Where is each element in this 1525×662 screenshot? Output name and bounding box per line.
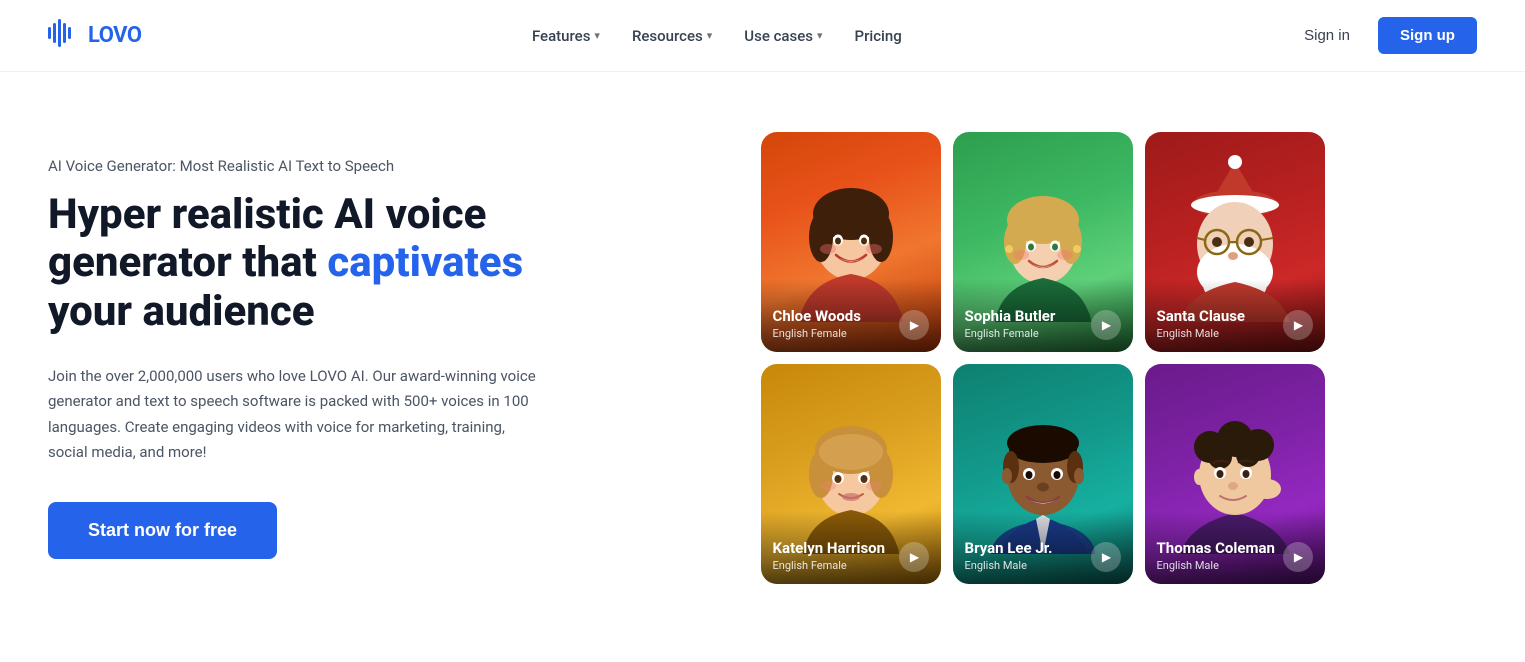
hero-title-part2: your audience bbox=[48, 287, 315, 336]
katelyn-label: Katelyn Harrison English Female ▶ bbox=[761, 511, 941, 584]
logo-icon bbox=[48, 19, 80, 53]
chevron-down-icon: ▾ bbox=[817, 29, 823, 42]
nav-usecases[interactable]: Use cases ▾ bbox=[744, 27, 822, 45]
nav-features[interactable]: Features ▾ bbox=[532, 27, 600, 45]
hero-subtitle: AI Voice Generator: Most Realistic AI Te… bbox=[48, 157, 568, 175]
chevron-down-icon: ▾ bbox=[707, 29, 713, 42]
voice-card-thomas[interactable]: Thomas Coleman English Male ▶ bbox=[1145, 364, 1325, 584]
chloe-play-button[interactable]: ▶ bbox=[899, 310, 929, 340]
voice-card-katelyn[interactable]: Katelyn Harrison English Female ▶ bbox=[761, 364, 941, 584]
nav-actions: Sign in Sign up bbox=[1292, 17, 1477, 54]
hero-description: Join the over 2,000,000 users who love L… bbox=[48, 364, 548, 466]
chloe-label: Chloe Woods English Female ▶ bbox=[761, 279, 941, 352]
bryan-name: Bryan Lee Jr. bbox=[965, 539, 1053, 557]
logo-text: LOVO bbox=[88, 23, 142, 48]
voice-grid-container: Chloe Woods English Female ▶ bbox=[608, 132, 1477, 584]
nav-pricing[interactable]: Pricing bbox=[855, 27, 902, 45]
chloe-meta: English Female bbox=[773, 327, 861, 340]
hero-title: Hyper realistic AI voice generator that … bbox=[48, 191, 568, 336]
hero-section: AI Voice Generator: Most Realistic AI Te… bbox=[0, 72, 1525, 644]
signin-button[interactable]: Sign in bbox=[1292, 19, 1362, 52]
play-icon: ▶ bbox=[1102, 550, 1111, 564]
chevron-down-icon: ▾ bbox=[594, 29, 600, 42]
santa-name: Santa Clause bbox=[1157, 307, 1246, 325]
sophia-label: Sophia Butler English Female ▶ bbox=[953, 279, 1133, 352]
katelyn-name: Katelyn Harrison bbox=[773, 539, 886, 557]
thomas-meta: English Male bbox=[1157, 559, 1275, 572]
play-icon: ▶ bbox=[1294, 318, 1303, 332]
hero-title-accent: captivates bbox=[327, 238, 523, 287]
thomas-label: Thomas Coleman English Male ▶ bbox=[1145, 511, 1325, 584]
hero-content: AI Voice Generator: Most Realistic AI Te… bbox=[48, 157, 568, 559]
santa-label: Santa Clause English Male ▶ bbox=[1145, 279, 1325, 352]
play-icon: ▶ bbox=[1294, 550, 1303, 564]
sophia-play-button[interactable]: ▶ bbox=[1091, 310, 1121, 340]
santa-meta: English Male bbox=[1157, 327, 1246, 340]
logo[interactable]: LOVO bbox=[48, 19, 142, 53]
cta-button[interactable]: Start now for free bbox=[48, 502, 277, 559]
play-icon: ▶ bbox=[1102, 318, 1111, 332]
play-icon: ▶ bbox=[910, 550, 919, 564]
chloe-name: Chloe Woods bbox=[773, 307, 861, 325]
nav-links: Features ▾ Resources ▾ Use cases ▾ Prici… bbox=[532, 27, 902, 45]
katelyn-play-button[interactable]: ▶ bbox=[899, 542, 929, 572]
voice-card-santa[interactable]: Santa Clause English Male ▶ bbox=[1145, 132, 1325, 352]
navbar: LOVO Features ▾ Resources ▾ Use cases ▾ … bbox=[0, 0, 1525, 72]
bryan-label: Bryan Lee Jr. English Male ▶ bbox=[953, 511, 1133, 584]
bryan-meta: English Male bbox=[965, 559, 1053, 572]
sophia-name: Sophia Butler bbox=[965, 307, 1056, 325]
signup-button[interactable]: Sign up bbox=[1378, 17, 1477, 54]
bryan-play-button[interactable]: ▶ bbox=[1091, 542, 1121, 572]
voice-card-bryan[interactable]: Bryan Lee Jr. English Male ▶ bbox=[953, 364, 1133, 584]
thomas-name: Thomas Coleman bbox=[1157, 539, 1275, 557]
voice-card-chloe[interactable]: Chloe Woods English Female ▶ bbox=[761, 132, 941, 352]
voice-grid: Chloe Woods English Female ▶ bbox=[761, 132, 1325, 584]
play-icon: ▶ bbox=[910, 318, 919, 332]
voice-card-sophia[interactable]: Sophia Butler English Female ▶ bbox=[953, 132, 1133, 352]
santa-play-button[interactable]: ▶ bbox=[1283, 310, 1313, 340]
katelyn-meta: English Female bbox=[773, 559, 886, 572]
nav-resources[interactable]: Resources ▾ bbox=[632, 27, 712, 45]
thomas-play-button[interactable]: ▶ bbox=[1283, 542, 1313, 572]
sophia-meta: English Female bbox=[965, 327, 1056, 340]
